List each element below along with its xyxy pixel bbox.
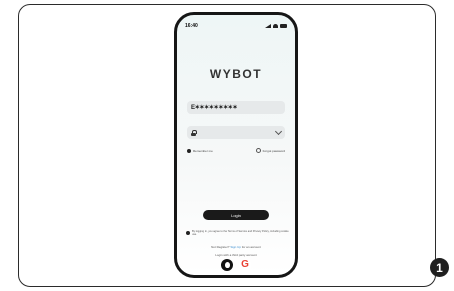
lock-icon (191, 129, 197, 136)
forgot-password-option[interactable]: Forgot password (255, 148, 285, 153)
apple-icon[interactable] (221, 259, 233, 271)
login-button[interactable]: Login (203, 210, 269, 220)
phone-screen: 16:40 WYBOT E✶✶✶✶✶✶✶✶✶ Remember me Forgo… (174, 12, 298, 278)
forgot-password-radio (255, 148, 261, 153)
signal-icon (265, 24, 271, 28)
login-options: Remember me Forgot password (187, 148, 285, 153)
signup-link[interactable]: Sign Up (230, 245, 241, 249)
signup-suffix: for an account (241, 245, 261, 249)
google-icon[interactable]: G (239, 259, 251, 271)
terms-text: By logging in, you agree to the Terms of… (192, 230, 289, 237)
email-value: E✶✶✶✶✶✶✶✶✶ (191, 105, 238, 111)
wifi-icon (273, 24, 278, 28)
signup-prefix: Not Register? (211, 245, 230, 249)
status-time: 16:40 (185, 23, 198, 29)
battery-icon (280, 24, 287, 28)
signup-row: Not Register? Sign Up for an account (177, 245, 295, 249)
chevron-down-icon[interactable] (274, 127, 283, 136)
email-field[interactable]: E✶✶✶✶✶✶✶✶✶ (187, 101, 285, 114)
social-login-row: G (177, 259, 295, 271)
status-bar: 16:40 (185, 22, 287, 30)
remember-me-label: Remember me (193, 148, 213, 153)
terms-radio[interactable] (186, 231, 190, 235)
app-logo: WYBOT (209, 67, 263, 81)
remember-me-radio[interactable] (187, 148, 191, 153)
step-number-badge: 1 (430, 258, 449, 277)
forgot-password-link[interactable]: Forgot password (263, 149, 285, 153)
password-field[interactable] (187, 126, 285, 139)
third-party-login-text: Login with a third party account (215, 253, 257, 257)
status-icons (265, 24, 287, 28)
terms-agreement[interactable]: By logging in, you agree to the Terms of… (186, 230, 289, 237)
remember-me-option[interactable]: Remember me (187, 148, 213, 153)
